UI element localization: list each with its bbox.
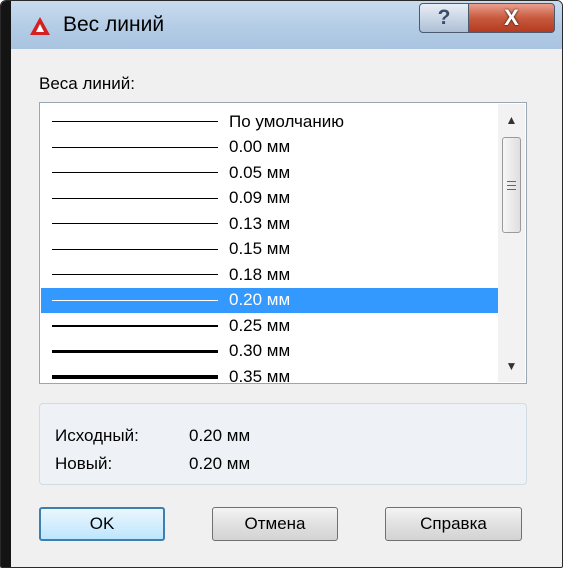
list-item[interactable]: 0.00 мм bbox=[41, 135, 499, 161]
lineweights-label: Веса линий: bbox=[39, 74, 135, 93]
list-item-label: По умолчанию bbox=[229, 111, 344, 131]
grip-icon bbox=[507, 180, 516, 190]
lineweight-sample-line bbox=[52, 324, 218, 327]
list-item-label: 0.15 мм bbox=[229, 239, 291, 259]
lineweight-info-panel: Исходный: 0.20 мм Новый: 0.20 мм bbox=[39, 403, 527, 485]
question-icon: ? bbox=[437, 6, 451, 29]
list-item[interactable]: По умолчанию bbox=[41, 109, 499, 135]
list-item-label: 0.09 мм bbox=[229, 188, 291, 208]
list-item-label: 0.35 мм bbox=[229, 366, 291, 384]
original-value: 0.20 мм bbox=[189, 426, 251, 445]
list-item-label: 0.13 мм bbox=[229, 213, 291, 233]
list-item[interactable]: 0.35 мм bbox=[41, 364, 499, 384]
list-item-label: 0.05 мм bbox=[229, 162, 291, 182]
lineweight-sample-line bbox=[52, 223, 218, 225]
arrow-down-icon[interactable]: ▼ bbox=[498, 354, 525, 378]
list-item-label: 0.25 мм bbox=[229, 315, 291, 335]
list-item[interactable]: 0.30 мм bbox=[41, 339, 499, 365]
background-strip bbox=[1, 1, 11, 567]
lineweight-sample-line bbox=[52, 121, 218, 123]
list-item[interactable]: 0.25 мм bbox=[41, 313, 499, 339]
list-item[interactable]: 0.18 мм bbox=[41, 262, 499, 288]
ok-button[interactable]: OK bbox=[39, 507, 165, 541]
list-item[interactable]: 0.15 мм bbox=[41, 237, 499, 263]
original-label: Исходный: bbox=[55, 426, 139, 445]
new-label: Новый: bbox=[55, 454, 113, 473]
list-item-label: 0.18 мм bbox=[229, 264, 291, 284]
list-item[interactable]: 0.13 мм bbox=[41, 211, 499, 237]
list-item[interactable]: 0.20 мм bbox=[41, 287, 499, 313]
help-title-button[interactable]: ? bbox=[419, 3, 469, 33]
new-value: 0.20 мм bbox=[189, 454, 251, 473]
lineweight-sample-line bbox=[52, 248, 218, 250]
list-item[interactable]: 0.09 мм bbox=[41, 186, 499, 212]
scrollbar-thumb[interactable] bbox=[502, 137, 521, 233]
list-item-label: 0.00 мм bbox=[229, 137, 291, 157]
lineweights-rows: По умолчанию 0.00 мм 0.05 мм 0.09 мм 0.13 мм… bbox=[41, 109, 499, 384]
arrow-up-icon[interactable]: ▲ bbox=[498, 108, 525, 132]
lineweight-sample-line bbox=[52, 146, 218, 148]
help-button[interactable]: Справка bbox=[385, 507, 522, 541]
list-item[interactable]: 0.05 мм bbox=[41, 160, 499, 186]
title-bar[interactable]: Вес линий ? X bbox=[11, 1, 562, 49]
list-item-label: 0.30 мм bbox=[229, 341, 291, 361]
vertical-scrollbar[interactable]: ▲ ▼ bbox=[498, 104, 525, 382]
lineweight-sample-line bbox=[52, 299, 218, 301]
autocad-logo-icon bbox=[30, 17, 50, 35]
lineweight-sample-line bbox=[52, 172, 218, 174]
lineweight-sample-line bbox=[52, 374, 218, 379]
lineweights-listbox[interactable]: По умолчанию 0.00 мм 0.05 мм 0.09 мм 0.13 мм… bbox=[39, 102, 527, 384]
lineweight-sample-line bbox=[52, 274, 218, 276]
window-title: Вес линий bbox=[63, 13, 165, 36]
cancel-button[interactable]: Отмена bbox=[212, 507, 338, 541]
close-button[interactable]: X bbox=[468, 3, 555, 33]
lineweight-sample-line bbox=[52, 197, 218, 199]
list-item-label: 0.20 мм bbox=[229, 290, 291, 310]
lineweight-dialog: Вес линий ? X Веса линий: По умолчанию 0.… bbox=[0, 0, 563, 568]
close-icon: X bbox=[504, 5, 519, 30]
lineweight-sample-line bbox=[52, 349, 218, 353]
